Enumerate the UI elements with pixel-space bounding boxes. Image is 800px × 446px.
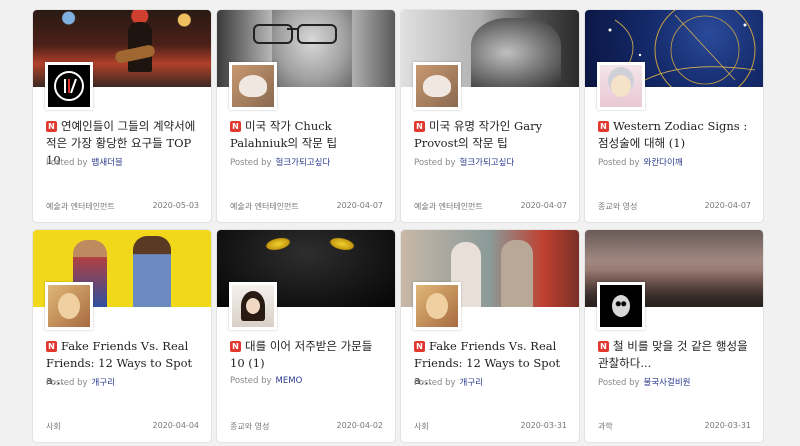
post-date: 2020-04-02 bbox=[336, 421, 384, 430]
post-title[interactable]: N Western Zodiac Signs : 점성술에 대해 (1) bbox=[598, 118, 755, 152]
author-avatar[interactable] bbox=[413, 62, 461, 110]
new-badge: N bbox=[598, 341, 609, 352]
post-meta: 사회 2020-03-31 bbox=[414, 421, 567, 432]
author-avatar[interactable] bbox=[229, 62, 277, 110]
author-link[interactable]: 헐크가되고싶다 bbox=[276, 158, 331, 168]
new-badge: N bbox=[230, 121, 241, 132]
post-category[interactable]: 종교와 영성 bbox=[598, 201, 637, 212]
author-avatar[interactable] bbox=[597, 282, 645, 330]
post-date: 2020-05-03 bbox=[152, 201, 200, 210]
posted-by-label: Posted by bbox=[230, 158, 272, 168]
new-badge: N bbox=[414, 121, 425, 132]
author-link[interactable]: 개구리 bbox=[460, 378, 483, 388]
post-category[interactable]: 예술과 엔터테인먼트 bbox=[46, 201, 115, 212]
posted-by-label: Posted by bbox=[46, 378, 88, 388]
post-meta: 과학 2020-03-31 bbox=[598, 421, 751, 432]
new-badge: N bbox=[46, 341, 57, 352]
post-title[interactable]: N 대를 이어 저주받은 가문들 10 (1) bbox=[230, 338, 387, 372]
post-meta: 종교와 영성 2020-04-07 bbox=[598, 201, 751, 212]
post-card[interactable]: N 미국 유명 작가인 Gary Provost의 작문 팁 Posted by 헐… bbox=[401, 10, 579, 222]
post-card[interactable]: N철 비를 맞을 것 같은 행성을 관찰하다... Posted by 불국사걸비… bbox=[585, 230, 763, 442]
post-date: 2020-03-31 bbox=[520, 421, 568, 430]
posted-by-label: Posted by bbox=[414, 378, 456, 388]
author-avatar[interactable] bbox=[413, 282, 461, 330]
new-badge: N bbox=[414, 341, 425, 352]
posted-by: Posted by 개구리 bbox=[414, 376, 483, 388]
post-date: 2020-03-31 bbox=[704, 421, 752, 430]
author-link[interactable]: 개구리 bbox=[92, 378, 115, 388]
posted-by: Posted by 개구리 bbox=[46, 376, 115, 388]
author-avatar[interactable] bbox=[45, 62, 93, 110]
post-date: 2020-04-07 bbox=[704, 201, 752, 210]
posted-by-label: Posted by bbox=[598, 378, 640, 388]
author-link[interactable]: 불국사걸비원 bbox=[644, 378, 691, 388]
post-title[interactable]: N 미국 작가 Chuck Palahniuk의 작문 팁 bbox=[230, 118, 387, 152]
new-badge: N bbox=[230, 341, 241, 352]
post-card[interactable]: N 대를 이어 저주받은 가문들 10 (1) Posted by MEMO 종교와… bbox=[217, 230, 395, 442]
post-card[interactable]: N 연예인들이 그들의 계약서에 적은 가장 황당한 요구들 TOP 10 Pos… bbox=[33, 10, 211, 222]
post-title[interactable]: N 미국 유명 작가인 Gary Provost의 작문 팁 bbox=[414, 118, 571, 152]
new-badge: N bbox=[598, 121, 609, 132]
band-logo-icon bbox=[54, 71, 84, 101]
posted-by-label: Posted by bbox=[414, 158, 456, 168]
author-link[interactable]: 헐크가되고싶다 bbox=[460, 158, 515, 168]
post-meta: 예술과 엔터테인먼트 2020-05-03 bbox=[46, 201, 199, 212]
post-meta: 사회 2020-04-04 bbox=[46, 421, 199, 432]
post-date: 2020-04-07 bbox=[520, 201, 568, 210]
post-category[interactable]: 과학 bbox=[598, 421, 613, 432]
author-avatar[interactable] bbox=[597, 62, 645, 110]
author-link[interactable]: 와칸다이깨 bbox=[644, 158, 683, 168]
post-title[interactable]: N철 비를 맞을 것 같은 행성을 관찰하다... bbox=[598, 338, 755, 372]
author-link[interactable]: 뱁새더블 bbox=[92, 158, 123, 168]
post-card[interactable]: N Fake Friends Vs. Real Friends: 12 Ways … bbox=[33, 230, 211, 442]
post-meta: 예술과 엔터테인먼트 2020-04-07 bbox=[414, 201, 567, 212]
posted-by: Posted by 헐크가되고싶다 bbox=[414, 156, 514, 168]
author-avatar[interactable] bbox=[45, 282, 93, 330]
post-title-text: Western Zodiac Signs : 점성술에 대해 (1) bbox=[598, 119, 748, 150]
post-category[interactable]: 사회 bbox=[414, 421, 429, 432]
post-grid: N 연예인들이 그들의 계약서에 적은 가장 황당한 요구들 TOP 10 Pos… bbox=[33, 10, 763, 442]
post-date: 2020-04-07 bbox=[336, 201, 384, 210]
post-title-text: 철 비를 맞을 것 같은 행성을 관찰하다... bbox=[598, 339, 748, 370]
posted-by: Posted by 불국사걸비원 bbox=[598, 376, 690, 388]
post-card[interactable]: N Western Zodiac Signs : 점성술에 대해 (1) Post… bbox=[585, 10, 763, 222]
post-category[interactable]: 사회 bbox=[46, 421, 61, 432]
post-card[interactable]: N Fake Friends Vs. Real Friends: 12 Ways … bbox=[401, 230, 579, 442]
posted-by-label: Posted by bbox=[230, 376, 272, 386]
post-date: 2020-04-04 bbox=[152, 421, 200, 430]
post-title-text: 미국 작가 Chuck Palahniuk의 작문 팁 bbox=[230, 119, 338, 150]
post-category[interactable]: 예술과 엔터테인먼트 bbox=[414, 201, 483, 212]
author-avatar[interactable] bbox=[229, 282, 277, 330]
post-card[interactable]: N 미국 작가 Chuck Palahniuk의 작문 팁 Posted by 헐크… bbox=[217, 10, 395, 222]
posted-by: Posted by 와칸다이깨 bbox=[598, 156, 683, 168]
post-title-text: 미국 유명 작가인 Gary Provost의 작문 팁 bbox=[414, 119, 543, 150]
new-badge: N bbox=[46, 121, 57, 132]
author-link[interactable]: MEMO bbox=[276, 376, 303, 386]
post-category[interactable]: 종교와 영성 bbox=[230, 421, 269, 432]
posted-by-label: Posted by bbox=[46, 158, 88, 168]
post-meta: 예술과 엔터테인먼트 2020-04-07 bbox=[230, 201, 383, 212]
post-meta: 종교와 영성 2020-04-02 bbox=[230, 421, 383, 432]
posted-by: Posted by MEMO bbox=[230, 376, 302, 386]
post-title-text: 대를 이어 저주받은 가문들 10 (1) bbox=[230, 339, 373, 370]
posted-by: Posted by 헐크가되고싶다 bbox=[230, 156, 330, 168]
post-category[interactable]: 예술과 엔터테인먼트 bbox=[230, 201, 299, 212]
posted-by: Posted by 뱁새더블 bbox=[46, 156, 123, 168]
posted-by-label: Posted by bbox=[598, 158, 640, 168]
